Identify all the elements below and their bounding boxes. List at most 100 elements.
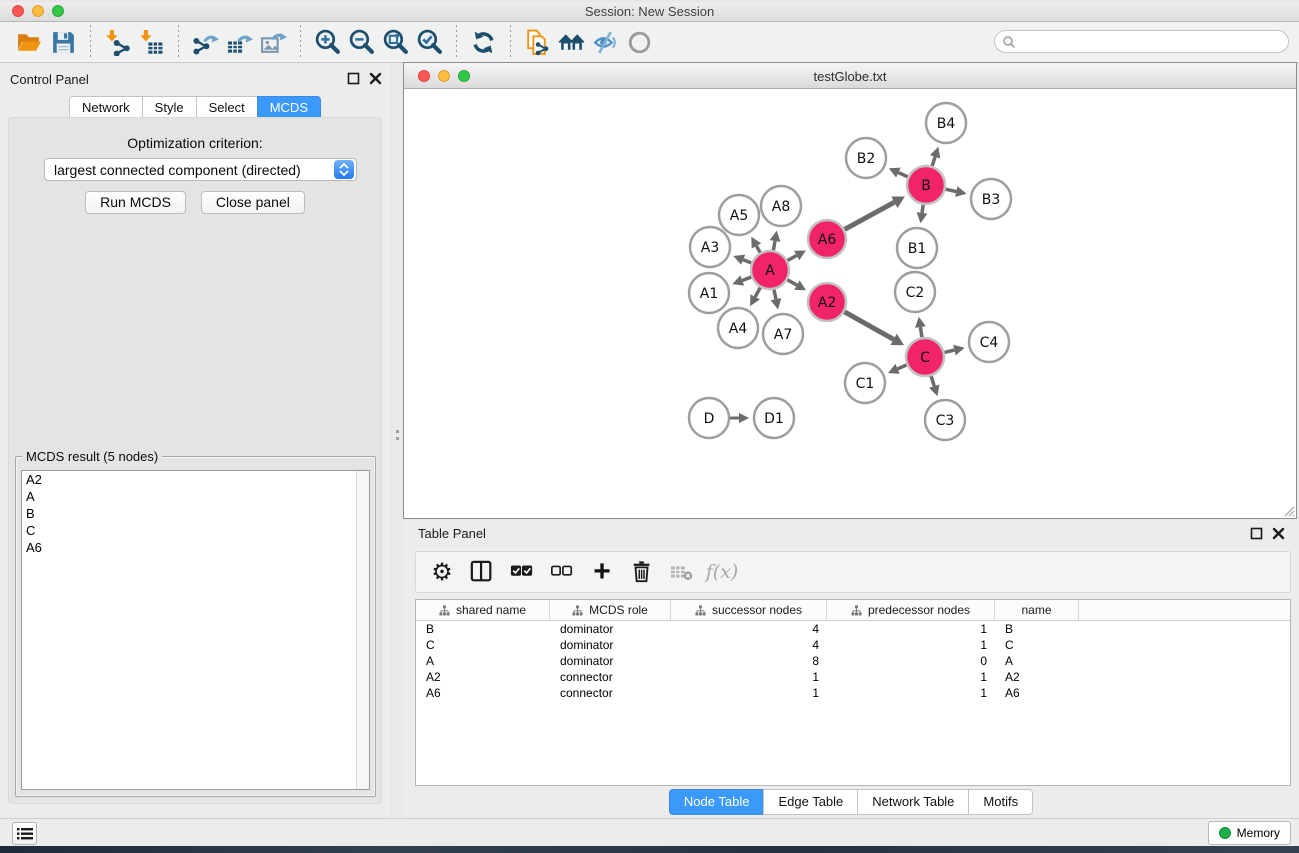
cell-name[interactable]: A xyxy=(995,653,1079,669)
list-scrollbar[interactable] xyxy=(356,471,369,789)
column-header-predecessor-nodes[interactable]: predecessor nodes xyxy=(827,600,995,620)
cell-successor-nodes[interactable]: 4 xyxy=(671,637,827,653)
deselect-all-icon[interactable] xyxy=(544,555,580,589)
network-window-titlebar[interactable]: testGlobe.txt xyxy=(404,63,1296,89)
edge-A-to-A7[interactable] xyxy=(774,290,776,300)
edge-C-to-C4[interactable] xyxy=(944,350,954,352)
show-graphics-details-icon[interactable] xyxy=(622,27,656,57)
cell-name[interactable]: A2 xyxy=(995,669,1079,685)
optimization-criterion-select[interactable]: largest connected component (directed) xyxy=(44,158,357,181)
select-all-icon[interactable] xyxy=(504,555,540,589)
vertical-splitter-handle[interactable] xyxy=(396,430,400,442)
export-image-icon[interactable] xyxy=(256,27,290,57)
cell-mcds-role[interactable]: connector xyxy=(550,669,671,685)
edge-B-to-B1[interactable] xyxy=(922,205,923,213)
close-panel-icon[interactable] xyxy=(1272,527,1285,540)
cell-name[interactable]: C xyxy=(995,637,1079,653)
zoom-fit-icon[interactable] xyxy=(378,27,412,57)
clone-network-icon[interactable] xyxy=(520,27,554,57)
run-mcds-button[interactable]: Run MCDS xyxy=(85,191,186,214)
save-icon[interactable] xyxy=(46,27,80,57)
zoom-in-icon[interactable] xyxy=(310,27,344,57)
edge-A-to-A4[interactable] xyxy=(755,288,760,297)
open-file-icon[interactable] xyxy=(12,27,46,57)
cell-shared-name[interactable]: A xyxy=(416,653,550,669)
edge-C-to-C3[interactable] xyxy=(931,376,934,386)
tab-node-table[interactable]: Node Table xyxy=(669,789,764,815)
table-row[interactable]: A dominator 8 0 A xyxy=(416,653,1290,669)
cell-name[interactable]: B xyxy=(995,621,1079,637)
gear-icon[interactable]: ⚙ xyxy=(424,555,460,589)
table-row[interactable]: A2 connector 1 1 A2 xyxy=(416,669,1290,685)
fx-icon[interactable]: f(x) xyxy=(704,555,740,589)
import-network-icon[interactable] xyxy=(100,27,134,57)
table-row[interactable]: A6 connector 1 1 A6 xyxy=(416,685,1290,701)
float-panel-icon[interactable] xyxy=(347,72,360,85)
edge-A-to-A3[interactable] xyxy=(743,260,751,263)
tab-network-table[interactable]: Network Table xyxy=(857,789,968,815)
close-panel-button[interactable]: Close panel xyxy=(201,191,305,214)
cell-mcds-role[interactable]: dominator xyxy=(550,637,671,653)
edge-A6-to-B[interactable] xyxy=(845,202,895,229)
edge-B-to-B3[interactable] xyxy=(946,189,957,191)
edge-B-to-B4[interactable] xyxy=(932,157,935,166)
mcds-result-item[interactable]: A xyxy=(22,488,369,505)
column-header-empty[interactable] xyxy=(1079,600,1290,620)
edge-A-to-A2[interactable] xyxy=(787,280,796,285)
cell-mcds-role[interactable]: connector xyxy=(550,685,671,701)
network-canvas[interactable]: B4B2BB3A8A5A6B1A3AA1C2A2A4A7C4CC1C3DD1 xyxy=(404,89,1296,518)
table-row[interactable]: C dominator 4 1 C xyxy=(416,637,1290,653)
table-row[interactable]: B dominator 4 1 B xyxy=(416,621,1290,637)
mcds-result-item[interactable]: A6 xyxy=(22,539,369,556)
cell-mcds-role[interactable]: dominator xyxy=(550,621,671,637)
mcds-result-item[interactable]: A2 xyxy=(22,471,369,488)
edge-B-to-B2[interactable] xyxy=(898,173,907,177)
export-table-icon[interactable] xyxy=(222,27,256,57)
tab-motifs[interactable]: Motifs xyxy=(968,789,1033,815)
tab-edge-table[interactable]: Edge Table xyxy=(763,789,857,815)
cell-shared-name[interactable]: B xyxy=(416,621,550,637)
memory-button[interactable]: Memory xyxy=(1208,821,1291,845)
cell-mcds-role[interactable]: dominator xyxy=(550,653,671,669)
home-icon[interactable] xyxy=(554,27,588,57)
cell-predecessor-nodes[interactable]: 1 xyxy=(827,685,995,701)
column-header-successor-nodes[interactable]: successor nodes xyxy=(671,600,827,620)
zoom-out-icon[interactable] xyxy=(344,27,378,57)
float-panel-icon[interactable] xyxy=(1250,527,1263,540)
edge-A-to-A6[interactable] xyxy=(788,255,797,260)
import-table-icon[interactable] xyxy=(134,27,168,57)
edge-C-to-C2[interactable] xyxy=(920,327,922,337)
cell-successor-nodes[interactable]: 4 xyxy=(671,621,827,637)
cell-shared-name[interactable]: A6 xyxy=(416,685,550,701)
delete-table-icon[interactable] xyxy=(664,555,700,589)
edge-C-to-C1[interactable] xyxy=(898,365,907,369)
cell-shared-name[interactable]: C xyxy=(416,637,550,653)
edge-A-to-A1[interactable] xyxy=(742,277,751,280)
refresh-icon[interactable] xyxy=(466,27,500,57)
column-header-shared-name[interactable]: shared name xyxy=(416,600,550,620)
task-history-button[interactable] xyxy=(12,822,37,845)
delete-icon[interactable] xyxy=(624,555,660,589)
mcds-result-list[interactable]: A2ABCA6 xyxy=(21,470,370,790)
hide-graphics-details-icon[interactable] xyxy=(588,27,622,57)
cell-name[interactable]: A6 xyxy=(995,685,1079,701)
cell-predecessor-nodes[interactable]: 1 xyxy=(827,637,995,653)
close-panel-icon[interactable] xyxy=(369,72,382,85)
edge-A-to-A8[interactable] xyxy=(773,241,775,250)
resize-grip-icon[interactable] xyxy=(1282,504,1295,517)
edge-A-to-A5[interactable] xyxy=(756,246,760,253)
cell-shared-name[interactable]: A2 xyxy=(416,669,550,685)
search-input[interactable] xyxy=(1016,34,1288,49)
column-header-name[interactable]: name xyxy=(995,600,1079,620)
cell-predecessor-nodes[interactable]: 0 xyxy=(827,653,995,669)
columns-icon[interactable] xyxy=(464,555,500,589)
add-icon[interactable]: + xyxy=(584,555,620,589)
cell-successor-nodes[interactable]: 1 xyxy=(671,669,827,685)
export-network-icon[interactable] xyxy=(188,27,222,57)
mcds-result-item[interactable]: B xyxy=(22,505,369,522)
cell-successor-nodes[interactable]: 1 xyxy=(671,685,827,701)
cell-predecessor-nodes[interactable]: 1 xyxy=(827,621,995,637)
mcds-result-item[interactable]: C xyxy=(22,522,369,539)
cell-predecessor-nodes[interactable]: 1 xyxy=(827,669,995,685)
zoom-selected-icon[interactable] xyxy=(412,27,446,57)
